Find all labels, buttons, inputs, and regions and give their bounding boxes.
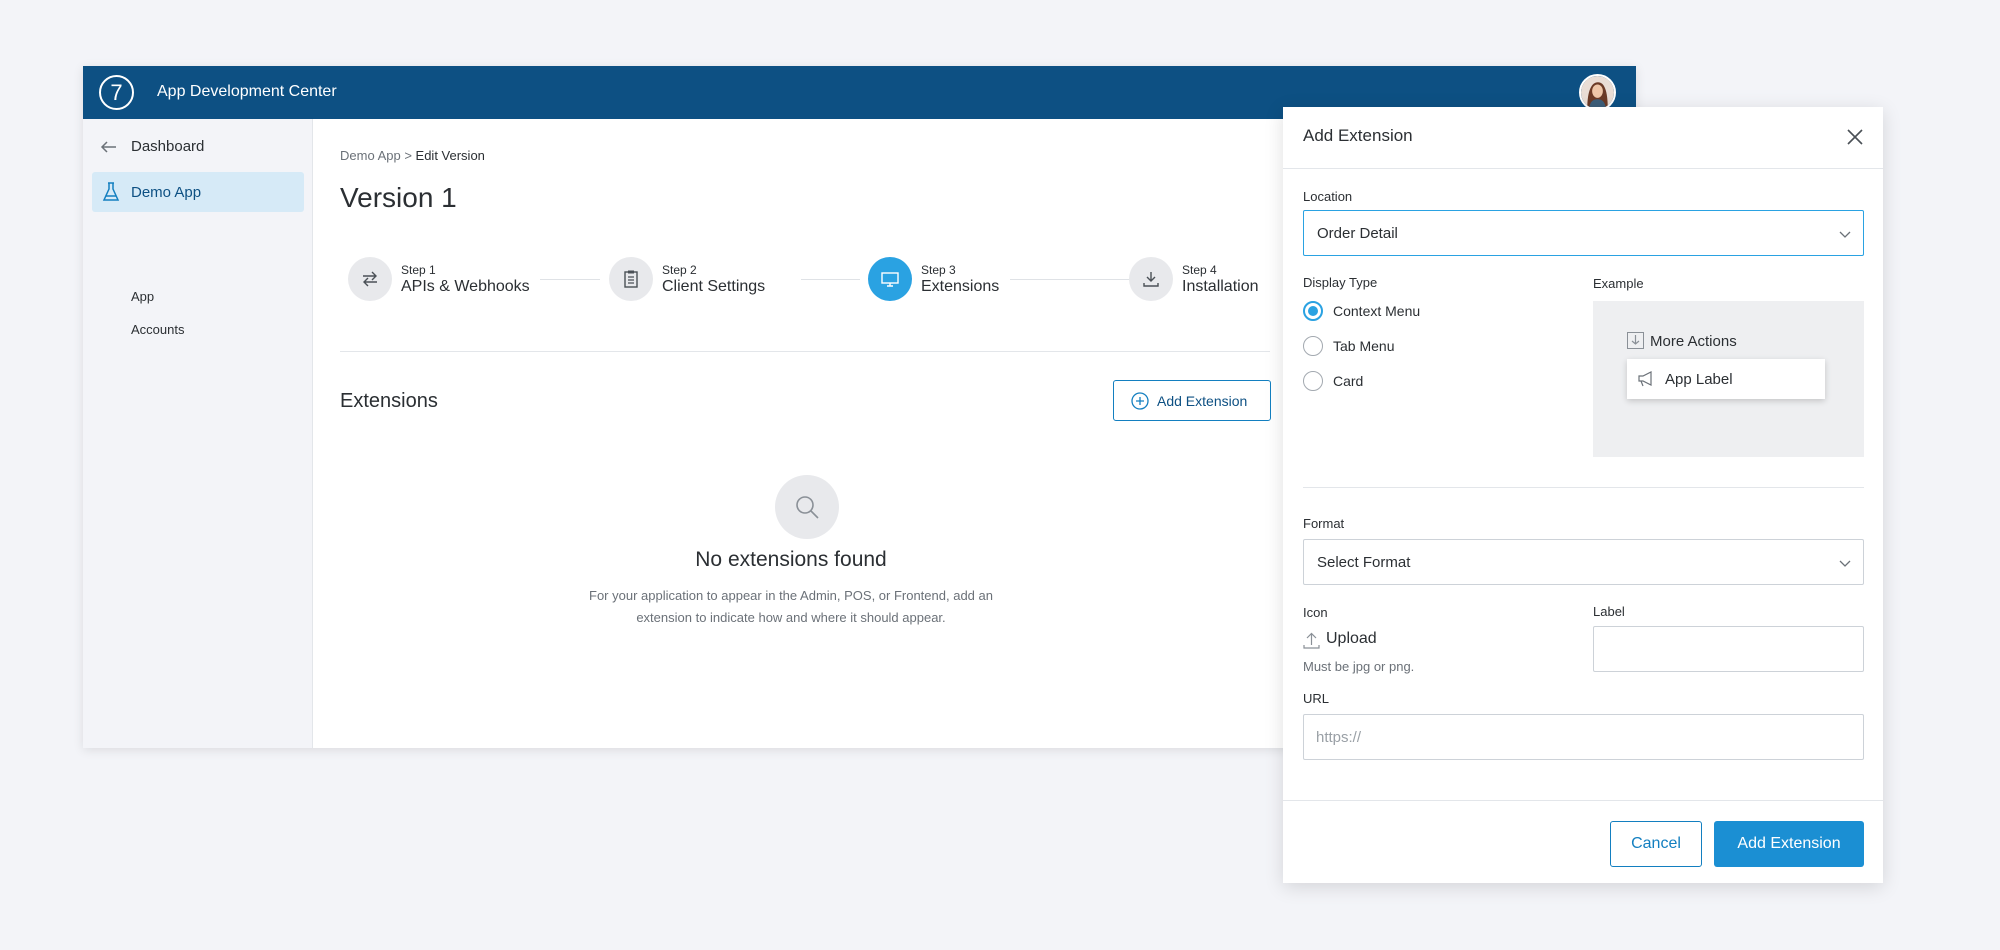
step-apis-webhooks[interactable]: Step 1 APIs & Webhooks <box>340 256 540 302</box>
example-app-label: App Label <box>1665 371 1733 388</box>
breadcrumb-current: Edit Version <box>415 148 485 163</box>
clipboard-icon <box>624 270 638 288</box>
plus-circle-icon <box>1131 392 1149 410</box>
app-title: App Development Center <box>157 83 337 100</box>
step-name: Extensions <box>921 278 1000 295</box>
modal-footer-divider <box>1283 800 1883 801</box>
location-label: Location <box>1303 189 1353 204</box>
radio-button[interactable] <box>1303 336 1323 356</box>
sidebar-item-label: Demo App <box>131 184 202 201</box>
add-extension-label: Add Extension <box>1157 393 1248 409</box>
example-preview: More Actions App Label <box>1593 301 1864 457</box>
upload-hint: Must be jpg or png. <box>1303 659 1415 674</box>
step-number: Step 1 <box>401 263 436 277</box>
user-avatar-icon <box>1581 76 1614 109</box>
example-label: Example <box>1593 276 1644 291</box>
section-divider <box>340 351 1270 352</box>
search-icon <box>796 496 819 519</box>
example-menu-item: App Label <box>1627 359 1825 399</box>
label-field-label: Label <box>1593 604 1625 619</box>
display-type-label: Display Type <box>1303 275 1378 290</box>
step-number: Step 4 <box>1182 263 1217 277</box>
step-name: Installation <box>1182 278 1259 295</box>
step-connector <box>801 279 860 280</box>
arrow-left-icon <box>100 141 116 153</box>
upload-label: Upload <box>1326 630 1377 647</box>
step-number: Step 2 <box>662 263 697 277</box>
radio-button[interactable] <box>1303 371 1323 391</box>
logo[interactable]: 7 <box>99 75 134 110</box>
format-value: Select Format <box>1317 554 1411 571</box>
sidebar-dashboard-link[interactable]: Dashboard <box>83 131 313 163</box>
empty-state-description: For your application to appear in the Ad… <box>589 588 993 625</box>
example-more-actions: More Actions <box>1627 332 1737 350</box>
modal-title: Add Extension <box>1303 126 1413 145</box>
step-extensions[interactable]: Step 3 Extensions <box>860 256 1010 302</box>
sidebar-item-accounts[interactable]: Accounts <box>131 322 184 337</box>
sidebar: Dashboard Demo App App Accounts <box>83 119 313 748</box>
step-installation[interactable]: Step 4 Installation <box>1121 256 1271 302</box>
location-value: Order Detail <box>1317 225 1398 242</box>
step-connector <box>540 279 600 280</box>
extensions-heading: Extensions <box>340 390 438 412</box>
close-icon[interactable] <box>1845 127 1865 147</box>
url-label: URL <box>1303 691 1330 706</box>
modal-section-divider <box>1303 487 1864 488</box>
flask-icon <box>102 182 120 201</box>
add-extension-modal: Add Extension Location Order Detail Disp… <box>1283 107 1883 883</box>
empty-state-title: No extensions found <box>695 548 887 571</box>
breadcrumb: Demo App > Edit Version <box>340 148 485 163</box>
format-label: Format <box>1303 516 1345 531</box>
step-circle <box>868 257 912 301</box>
page-title: Version 1 <box>340 182 457 213</box>
logo-mark: 7 <box>110 80 123 105</box>
step-circle <box>609 257 653 301</box>
download-icon <box>1143 272 1159 287</box>
sidebar-item-demo-app[interactable]: Demo App <box>92 172 304 212</box>
label-input[interactable] <box>1593 626 1864 672</box>
chevron-down-icon <box>1839 560 1851 567</box>
chevron-down-icon <box>1839 231 1851 238</box>
upload-icon <box>1303 632 1320 649</box>
empty-state-icon <box>775 475 839 539</box>
step-name: Client Settings <box>662 278 766 295</box>
icon-label: Icon <box>1303 605 1328 620</box>
monitor-icon <box>881 272 899 287</box>
stepper: Step 1 APIs & Webhooks Step 2 Client Set… <box>340 256 1270 316</box>
cancel-button[interactable]: Cancel <box>1610 821 1702 867</box>
radio-label: Context Menu <box>1333 303 1421 319</box>
step-circle <box>1129 257 1173 301</box>
format-select[interactable]: Select Format <box>1303 539 1864 585</box>
breadcrumb-parent-link[interactable]: Demo App <box>340 148 401 163</box>
step-number: Step 3 <box>921 263 956 277</box>
step-client-settings[interactable]: Step 2 Client Settings <box>601 256 801 302</box>
radio-label: Card <box>1333 373 1364 389</box>
sidebar-item-app[interactable]: App <box>131 289 154 304</box>
url-input[interactable] <box>1303 714 1864 760</box>
modal-header-divider <box>1283 168 1883 169</box>
radio-button[interactable] <box>1303 301 1323 321</box>
step-connector <box>1010 279 1130 280</box>
sidebar-dashboard-label: Dashboard <box>131 138 205 155</box>
radio-label: Tab Menu <box>1333 338 1395 354</box>
add-extension-button[interactable]: Add Extension <box>1113 380 1271 421</box>
download-box-icon <box>1627 332 1644 349</box>
avatar[interactable] <box>1579 74 1616 111</box>
arrows-swap-icon <box>363 271 377 287</box>
step-circle <box>348 257 392 301</box>
step-name: APIs & Webhooks <box>401 278 530 295</box>
example-more-actions-label: More Actions <box>1650 333 1737 350</box>
megaphone-icon <box>1638 371 1652 387</box>
breadcrumb-separator: > <box>400 148 416 163</box>
submit-add-extension-button[interactable]: Add Extension <box>1714 821 1864 867</box>
location-select[interactable]: Order Detail <box>1303 210 1864 256</box>
